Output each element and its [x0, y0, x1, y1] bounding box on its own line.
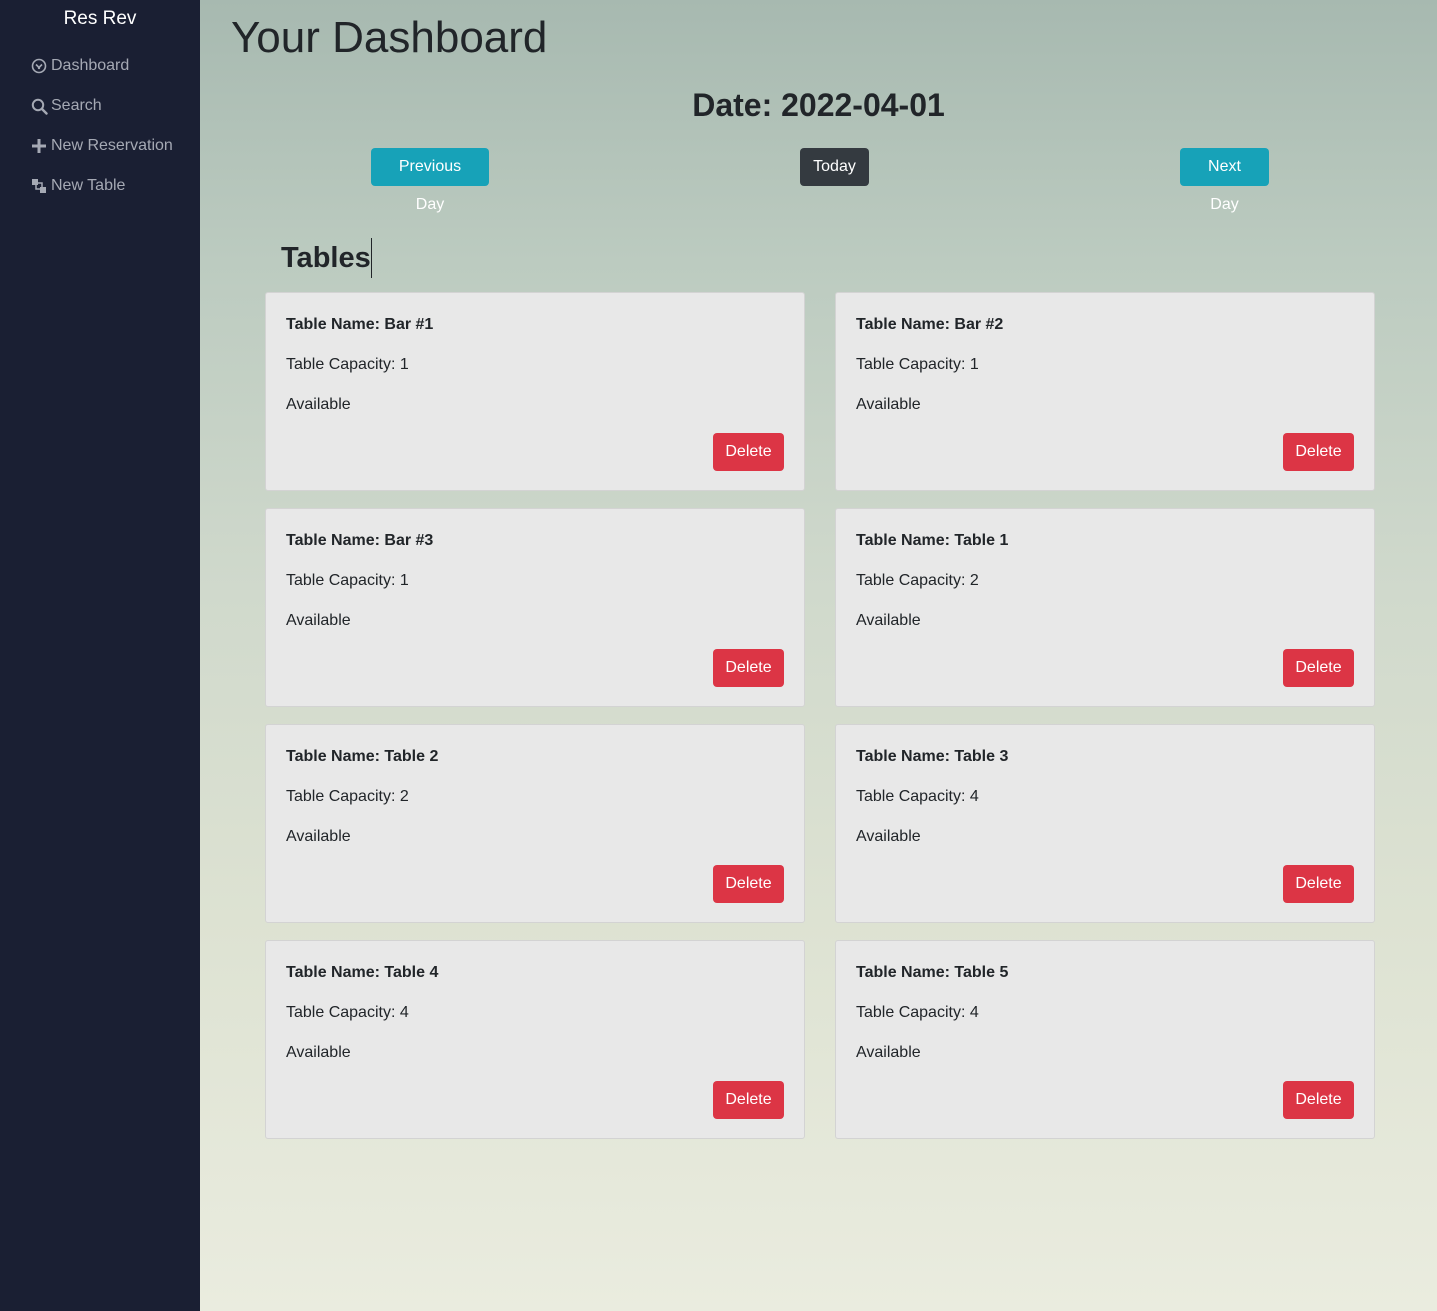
table-capacity: Table Capacity: 4: [856, 1004, 979, 1021]
delete-table-button[interactable]: Delete: [1283, 865, 1354, 903]
table-capacity: Table Capacity: 2: [856, 572, 979, 589]
delete-table-button[interactable]: Delete: [1283, 433, 1354, 471]
layers-icon: [30, 177, 48, 195]
sidebar-item-new-reservation[interactable]: New Reservation: [30, 126, 173, 166]
table-status: Available: [286, 1044, 351, 1061]
today-button[interactable]: Today: [800, 148, 869, 186]
delete-table-button[interactable]: Delete: [713, 649, 784, 687]
sidebar-item-label: Dashboard: [51, 57, 130, 74]
delete-table-button[interactable]: Delete: [1283, 649, 1354, 687]
table-name: Table Name: Table 3: [856, 748, 1009, 765]
date-heading: Date: 2022-04-01: [692, 87, 945, 123]
table-card: Table Name: Bar #3 Table Capacity: 1 Ava…: [265, 508, 805, 707]
delete-table-button[interactable]: Delete: [713, 865, 784, 903]
previous-day-button[interactable]: Previous Day: [371, 148, 489, 213]
sidebar-item-search[interactable]: Search: [30, 86, 173, 126]
table-name: Table Name: Table 1: [856, 532, 1009, 549]
table-card: Table Name: Bar #1 Table Capacity: 1 Ava…: [265, 292, 805, 491]
app-brand[interactable]: Res Rev: [0, 7, 200, 31]
page-title: Your Dashboard: [231, 13, 548, 62]
table-status: Available: [286, 396, 351, 413]
tables-grid: Table Name: Bar #1 Table Capacity: 1 Ava…: [265, 292, 1375, 1139]
sidebar-item-dashboard[interactable]: Dashboard: [30, 46, 173, 86]
table-name: Table Name: Table 4: [286, 964, 439, 981]
table-status: Available: [856, 1044, 921, 1061]
delete-table-button[interactable]: Delete: [713, 1081, 784, 1119]
sidebar-item-new-table[interactable]: New Table: [30, 166, 173, 206]
table-capacity: Table Capacity: 4: [286, 1004, 409, 1021]
table-name: Table Name: Bar #2: [856, 316, 1004, 333]
tables-heading: Tables: [281, 238, 372, 278]
table-card: Table Name: Bar #2 Table Capacity: 1 Ava…: [835, 292, 1375, 491]
plus-icon: [30, 137, 48, 155]
dashboard-icon: [30, 57, 48, 75]
table-capacity: Table Capacity: 2: [286, 788, 409, 805]
table-capacity: Table Capacity: 4: [856, 788, 979, 805]
table-name: Table Name: Bar #3: [286, 532, 434, 549]
table-card: Table Name: Table 3 Table Capacity: 4 Av…: [835, 724, 1375, 923]
table-status: Available: [286, 612, 351, 629]
table-name: Table Name: Table 5: [856, 964, 1009, 981]
table-status: Available: [286, 828, 351, 845]
sidebar-item-label: New Table: [51, 177, 126, 194]
table-card: Table Name: Table 2 Table Capacity: 2 Av…: [265, 724, 805, 923]
table-card: Table Name: Table 4 Table Capacity: 4 Av…: [265, 940, 805, 1139]
table-name: Table Name: Table 2: [286, 748, 439, 765]
table-status: Available: [856, 396, 921, 413]
sidebar-item-label: Search: [51, 97, 102, 114]
sidebar-nav: Dashboard Search New Reservation New Tab…: [30, 46, 173, 206]
table-status: Available: [856, 612, 921, 629]
delete-table-button[interactable]: Delete: [1283, 1081, 1354, 1119]
delete-table-button[interactable]: Delete: [713, 433, 784, 471]
table-status: Available: [856, 828, 921, 845]
main-content: Your Dashboard Date: 2022-04-01 Previous…: [200, 0, 1437, 1311]
table-card: Table Name: Table 1 Table Capacity: 2 Av…: [835, 508, 1375, 707]
date-heading-row: Date: 2022-04-01: [200, 84, 1437, 126]
next-day-button[interactable]: Next Day: [1180, 148, 1269, 213]
table-capacity: Table Capacity: 1: [286, 356, 409, 373]
table-name: Table Name: Bar #1: [286, 316, 434, 333]
sidebar-item-label: New Reservation: [51, 137, 173, 154]
table-card: Table Name: Table 5 Table Capacity: 4 Av…: [835, 940, 1375, 1139]
table-capacity: Table Capacity: 1: [856, 356, 979, 373]
sidebar: Res Rev Dashboard Search New Reservation…: [0, 0, 200, 1311]
search-icon: [30, 97, 48, 115]
table-capacity: Table Capacity: 1: [286, 572, 409, 589]
